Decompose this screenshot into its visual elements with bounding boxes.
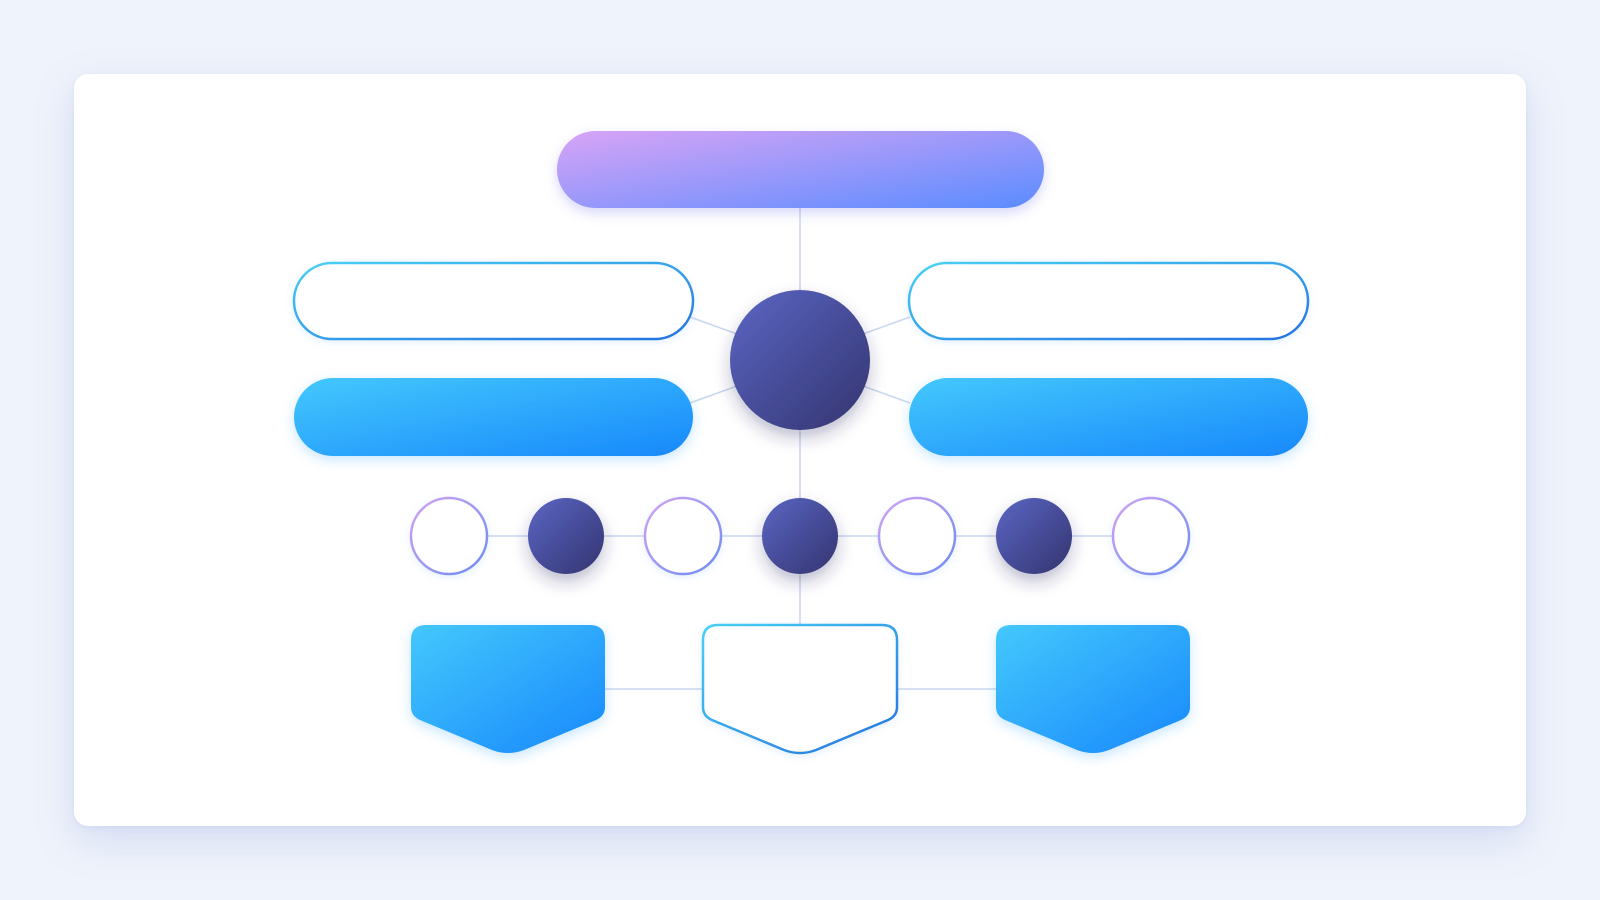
- step-circle-1: [409, 496, 489, 576]
- step-circle-2: [528, 498, 604, 574]
- connector-hub-to-right-filled: [862, 385, 911, 404]
- left-filled-bar: [294, 378, 693, 456]
- connector-hub-to-right-outline: [862, 316, 911, 335]
- diagram-stage: [0, 0, 1600, 900]
- step-circle-3: [643, 496, 723, 576]
- connector-hub-to-left-outline: [689, 316, 738, 335]
- top-bar: [557, 131, 1044, 208]
- left-outline-bar: [292, 261, 695, 341]
- step-circle-7: [1111, 496, 1191, 576]
- bottom-tag-right: [996, 625, 1190, 753]
- connector-hub-to-left-filled: [689, 385, 738, 404]
- step-circle-6: [996, 498, 1072, 574]
- hub-circle: [730, 290, 870, 430]
- bottom-tag-row: [411, 623, 1190, 755]
- right-outline-bar: [907, 261, 1310, 341]
- bottom-tag-left: [411, 625, 605, 753]
- diagram-canvas: [292, 131, 1310, 755]
- step-circle-4: [762, 498, 838, 574]
- right-filled-bar: [909, 378, 1308, 456]
- step-circle-5: [877, 496, 957, 576]
- bottom-tag-center: [701, 623, 899, 755]
